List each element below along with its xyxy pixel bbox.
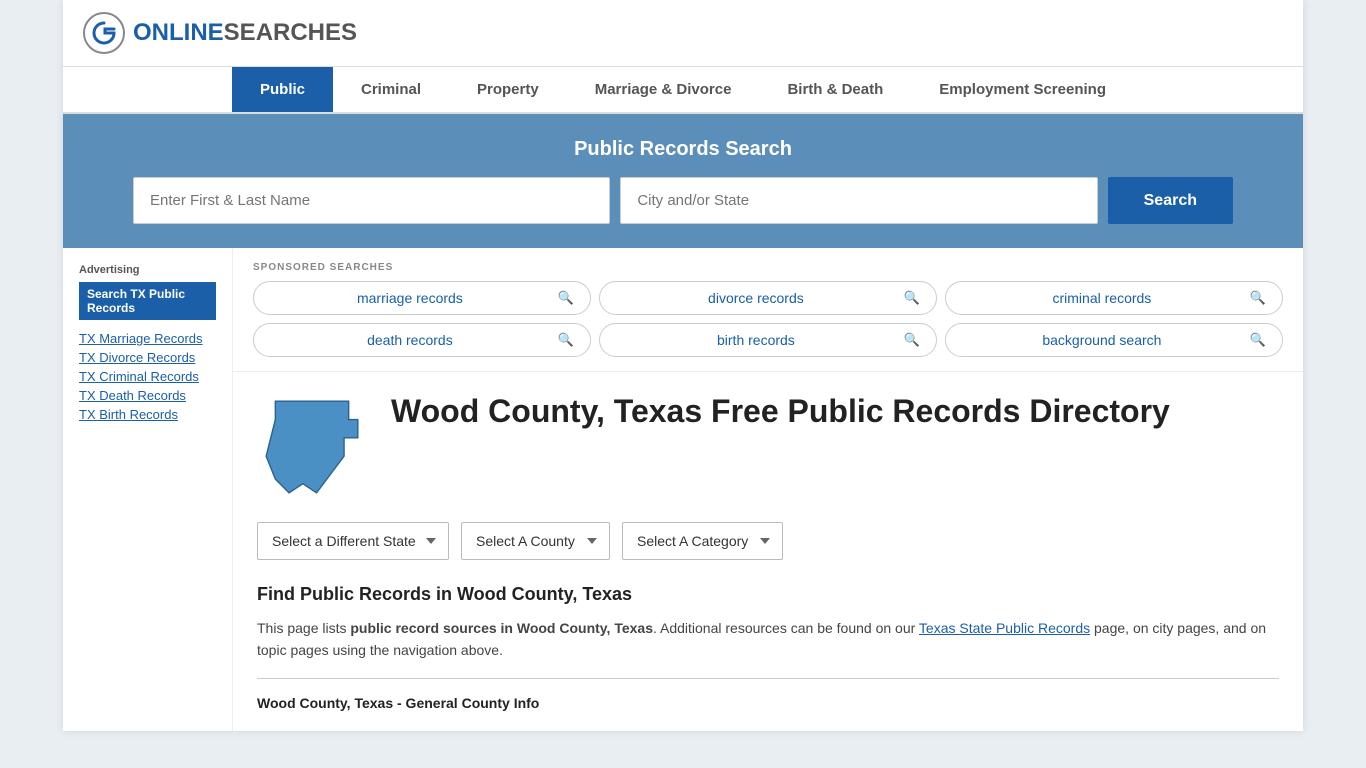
search-icon-divorce: 🔍 [904,290,920,306]
sponsored-item-divorce[interactable]: divorce records 🔍 [599,281,937,315]
sponsored-item-marriage[interactable]: marriage records 🔍 [253,281,591,315]
sponsored-link-death[interactable]: death records [270,332,550,348]
county-info-heading: Wood County, Texas - General County Info [257,695,1279,711]
sponsored-item-birth[interactable]: birth records 🔍 [599,323,937,357]
find-para-bold: public record sources in Wood County, Te… [350,620,653,636]
sponsored-item-criminal[interactable]: criminal records 🔍 [945,281,1283,315]
find-para-mid: . Additional resources can be found on o… [653,620,919,636]
texas-records-link[interactable]: Texas State Public Records [919,620,1090,636]
sponsored-link-divorce[interactable]: divorce records [616,290,896,306]
nav-criminal[interactable]: Criminal [333,67,449,112]
category-dropdown[interactable]: Select A Category [622,522,783,560]
sponsored-item-background[interactable]: background search 🔍 [945,323,1283,357]
find-heading: Find Public Records in Wood County, Texa… [257,584,1279,605]
sidebar-link-marriage[interactable]: TX Marriage Records [79,331,203,346]
sidebar-link-criminal[interactable]: TX Criminal Records [79,369,199,384]
search-icon-background: 🔍 [1250,332,1266,348]
main-content-area: SPONSORED SEARCHES marriage records 🔍 di… [233,248,1303,731]
find-para-start: This page lists [257,620,350,636]
nav-employment[interactable]: Employment Screening [911,67,1134,112]
sponsored-link-criminal[interactable]: criminal records [962,290,1242,306]
nav-property[interactable]: Property [449,67,567,112]
sponsored-section: SPONSORED SEARCHES marriage records 🔍 di… [233,248,1303,372]
sponsored-grid: marriage records 🔍 divorce records 🔍 cri… [253,281,1283,357]
county-header: Wood County, Texas Free Public Records D… [257,392,1279,502]
sidebar-link-birth[interactable]: TX Birth Records [79,407,178,422]
search-banner: Public Records Search Search [63,114,1303,248]
search-icon-birth: 🔍 [904,332,920,348]
sponsored-link-background[interactable]: background search [962,332,1242,348]
advertising-label: Advertising [79,264,216,276]
logo-icon [83,12,125,54]
county-dropdown[interactable]: Select A County [461,522,610,560]
logo: ONLINESEARCHES [83,12,357,54]
nav-marriage-divorce[interactable]: Marriage & Divorce [567,67,760,112]
search-icon-marriage: 🔍 [558,290,574,306]
county-section: Wood County, Texas Free Public Records D… [233,372,1303,731]
sidebar: Advertising Search TX Public Records TX … [63,248,233,731]
sponsored-link-birth[interactable]: birth records [616,332,896,348]
main-nav: Public Criminal Property Marriage & Divo… [63,67,1303,114]
name-input[interactable] [133,177,610,224]
location-input[interactable] [620,177,1097,224]
header: ONLINESEARCHES [63,0,1303,67]
sponsored-label: SPONSORED SEARCHES [253,262,1283,273]
sidebar-ad-button[interactable]: Search TX Public Records [79,282,216,320]
search-icon-death: 🔍 [558,332,574,348]
county-title: Wood County, Texas Free Public Records D… [391,392,1170,430]
find-section: Find Public Records in Wood County, Texa… [257,584,1279,711]
search-button[interactable]: Search [1108,177,1233,224]
sponsored-item-death[interactable]: death records 🔍 [253,323,591,357]
find-paragraph: This page lists public record sources in… [257,617,1279,662]
state-dropdown[interactable]: Select a Different State [257,522,449,560]
sponsored-link-marriage[interactable]: marriage records [270,290,550,306]
sidebar-links: TX Marriage Records TX Divorce Records T… [79,330,216,422]
nav-public[interactable]: Public [232,67,333,112]
sidebar-link-divorce[interactable]: TX Divorce Records [79,350,195,365]
texas-map [257,392,367,502]
search-icon-criminal: 🔍 [1250,290,1266,306]
nav-birth-death[interactable]: Birth & Death [759,67,911,112]
logo-text: ONLINESEARCHES [133,19,357,47]
content-divider [257,678,1279,679]
main-layout: Advertising Search TX Public Records TX … [63,248,1303,731]
search-banner-title: Public Records Search [83,138,1283,161]
dropdown-row: Select a Different State Select A County… [257,522,1279,560]
sidebar-link-death[interactable]: TX Death Records [79,388,186,403]
